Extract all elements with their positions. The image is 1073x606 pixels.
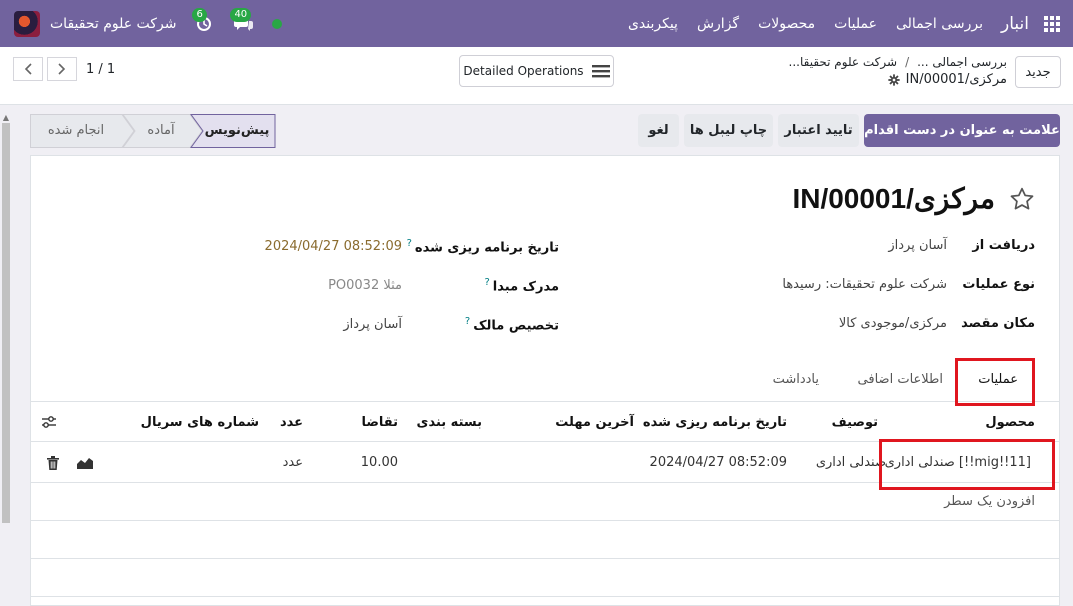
- app-brand[interactable]: انبار: [1001, 14, 1029, 34]
- scheduled-date-label-text: تاریخ برنامه ریزی شده: [414, 240, 559, 256]
- delete-trash-icon[interactable]: [47, 442, 59, 483]
- cell-description[interactable]: صندلی اداری: [816, 442, 886, 483]
- source-document-label-text: مدرک مبدا: [492, 279, 559, 295]
- menu-overview[interactable]: بررسی اجمالی: [896, 16, 983, 32]
- scheduled-date-label: تاریخ برنامه ریزی شده?: [407, 238, 559, 255]
- stage-done[interactable]: انجام شده: [36, 114, 116, 147]
- help-icon[interactable]: ?: [407, 238, 412, 249]
- operation-type-label: نوع عملیات: [962, 277, 1035, 292]
- company-logo[interactable]: [14, 10, 40, 37]
- field-assign-owner: تخصیص مالک? آسان پرداز: [343, 316, 559, 333]
- tab-additional-info[interactable]: اطلاعات اضافی: [858, 357, 943, 402]
- highlight-box-product: [879, 439, 1055, 490]
- cell-uom[interactable]: عدد: [283, 442, 303, 483]
- notebook-tabs: عملیات اطلاعات اضافی یادداشت: [31, 357, 1059, 402]
- star-icon[interactable]: [1009, 186, 1035, 212]
- company-switcher[interactable]: شرکت علوم تحقیقات: [50, 16, 176, 32]
- chevron-left-icon: [24, 63, 32, 75]
- statusbar: علامت به عنوان در دست اقدام تایید اعتبار…: [30, 114, 1060, 148]
- chevron-right-icon: [58, 63, 66, 75]
- receive-from-label: دریافت از: [972, 238, 1035, 253]
- operation-type-value[interactable]: شرکت علوم تحقیقات: رسیدها: [782, 277, 947, 292]
- field-receive-from: دریافت از آسان پرداز: [888, 238, 1035, 253]
- empty-row-divider: [31, 520, 1059, 521]
- add-line-link[interactable]: افزودن یک سطر: [944, 494, 1035, 509]
- breadcrumb-item-company[interactable]: شرکت علوم تحقیقا...: [789, 55, 898, 69]
- gear-icon[interactable]: [888, 73, 900, 86]
- empty-row-divider: [31, 558, 1059, 559]
- field-destination-location: مکان مقصد مرکزی/موجودی کالا: [839, 316, 1035, 331]
- assign-owner-value[interactable]: آسان پرداز: [343, 317, 402, 332]
- online-status-indicator: [272, 18, 283, 29]
- detailed-operations-button[interactable]: Detailed Operations: [459, 55, 614, 87]
- cell-scheduled-date[interactable]: 2024/04/27 08:52:09: [650, 442, 787, 483]
- validate-button[interactable]: تایید اعتبار: [778, 114, 859, 147]
- menu-reporting[interactable]: گزارش: [697, 16, 739, 32]
- col-scheduled-date[interactable]: تاریخ برنامه ریزی شده: [643, 402, 787, 442]
- scheduled-date-value[interactable]: 2024/04/27 08:52:09: [265, 239, 402, 254]
- destination-location-value[interactable]: مرکزی/موجودی کالا: [839, 316, 947, 331]
- pager-next-button[interactable]: [47, 57, 77, 81]
- record-title: مرکزی/IN/00001: [792, 183, 995, 214]
- col-demand[interactable]: تقاضا: [361, 402, 398, 442]
- breadcrumb-separator: /: [905, 55, 910, 69]
- mark-as-todo-button[interactable]: علامت به عنوان در دست اقدام: [864, 114, 1060, 147]
- breadcrumb-item-overview[interactable]: بررسی اجمالی ...: [917, 55, 1007, 69]
- apps-grid-icon[interactable]: [1031, 0, 1073, 47]
- assign-owner-label: تخصیص مالک?: [424, 316, 559, 333]
- message-count-badge: 40: [230, 7, 252, 22]
- field-scheduled-date: تاریخ برنامه ریزی شده? 2024/04/27 08:52:…: [265, 238, 559, 255]
- field-operation-type: نوع عملیات شرکت علوم تحقیقات: رسیدها: [782, 277, 1035, 292]
- forecast-chart-icon[interactable]: [77, 442, 93, 483]
- page-scrollbar[interactable]: ▲: [0, 113, 12, 606]
- col-serial-numbers[interactable]: شماره های سریال: [141, 402, 259, 442]
- source-document-input[interactable]: مثلا PO0032: [328, 278, 402, 293]
- menu-configuration[interactable]: پیکربندی: [628, 16, 678, 32]
- receive-from-value[interactable]: آسان پرداز: [888, 238, 947, 253]
- col-description[interactable]: توصیف: [832, 402, 878, 442]
- scroll-thumb[interactable]: [2, 123, 10, 523]
- stage-ready[interactable]: آماده: [135, 114, 187, 147]
- assign-owner-label-text: تخصیص مالک: [473, 318, 559, 334]
- help-icon[interactable]: ?: [484, 277, 489, 288]
- breadcrumb-current: مرکزی/IN/00001: [888, 72, 1007, 87]
- breadcrumb: بررسی اجمالی ... / شرکت علوم تحقیقا...: [789, 55, 1007, 69]
- activity-count-badge: 6: [192, 7, 207, 22]
- highlight-box-tab: [955, 358, 1035, 406]
- cancel-button[interactable]: لغو: [638, 114, 679, 147]
- print-labels-button[interactable]: چاپ لیبل ها: [684, 114, 773, 147]
- top-navbar: انبار بررسی اجمالی عملیات محصولات گزارش …: [0, 0, 1073, 47]
- form-sheet: مرکزی/IN/00001 دریافت از آسان پرداز نوع …: [30, 155, 1060, 606]
- pager-previous-button[interactable]: [13, 57, 43, 81]
- tab-note[interactable]: یادداشت: [773, 357, 819, 402]
- menu-operations[interactable]: عملیات: [834, 16, 877, 32]
- current-record-name: مرکزی/IN/00001: [905, 72, 1007, 87]
- optional-columns-icon[interactable]: [41, 402, 57, 442]
- help-icon[interactable]: ?: [465, 316, 470, 327]
- field-source-document: مدرک مبدا? مثلا PO0032: [328, 277, 559, 294]
- record-title-row: مرکزی/IN/00001: [792, 182, 1035, 215]
- detailed-operations-label: Detailed Operations: [463, 64, 584, 78]
- source-document-label: مدرک مبدا?: [424, 277, 559, 294]
- pager-value[interactable]: 1 / 1: [86, 62, 115, 77]
- stage-draft[interactable]: پیش‌نویس: [202, 114, 272, 147]
- operations-table-header: محصول توصیف تاریخ برنامه ریزی شده آخرین …: [31, 402, 1059, 442]
- activity-clock-icon[interactable]: 6: [192, 7, 212, 32]
- col-deadline[interactable]: آخرین مهلت: [555, 402, 634, 442]
- col-uom[interactable]: عدد: [280, 402, 303, 442]
- scroll-up-icon[interactable]: ▲: [1, 113, 11, 123]
- destination-location-label: مکان مقصد: [961, 316, 1035, 331]
- empty-row-divider: [31, 596, 1059, 597]
- col-product[interactable]: محصول: [985, 402, 1035, 442]
- messages-chat-icon[interactable]: 40: [230, 7, 254, 32]
- cell-demand[interactable]: 10.00: [361, 442, 398, 483]
- col-packaging[interactable]: بسته بندی: [417, 402, 482, 442]
- new-record-button[interactable]: جدید: [1015, 56, 1061, 88]
- control-panel: جدید بررسی اجمالی ... / شرکت علوم تحقیقا..…: [0, 47, 1073, 105]
- menu-products[interactable]: محصولات: [758, 16, 815, 32]
- list-menu-icon: [591, 65, 610, 78]
